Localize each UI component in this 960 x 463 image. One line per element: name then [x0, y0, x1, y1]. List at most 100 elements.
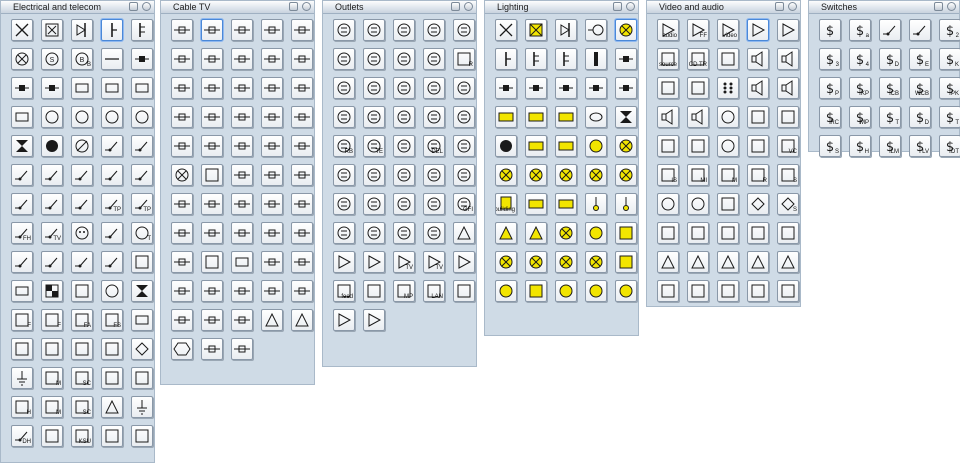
shape-tile[interactable] [585, 105, 607, 128]
minimize-icon[interactable] [775, 2, 784, 11]
shape-tile[interactable]: $ E [909, 47, 931, 70]
shape-tile[interactable] [201, 47, 223, 70]
shape-tile[interactable] [261, 105, 283, 128]
shape-tile[interactable] [687, 134, 709, 157]
shape-tile[interactable] [555, 18, 577, 41]
shape-tile[interactable]: audio [657, 18, 679, 41]
shape-tile[interactable] [291, 76, 313, 99]
shape-tile[interactable] [231, 76, 253, 99]
shape-tile[interactable] [71, 163, 93, 186]
shape-tile[interactable] [495, 47, 517, 70]
shape-tile[interactable] [657, 76, 679, 99]
shape-tile[interactable] [261, 47, 283, 70]
shape-tile[interactable]: LAN [423, 279, 445, 302]
shape-tile[interactable] [261, 308, 283, 331]
shape-tile[interactable] [171, 308, 193, 331]
shape-tile[interactable] [71, 250, 93, 273]
shape-tile[interactable] [201, 134, 223, 157]
shape-tile[interactable] [71, 18, 93, 41]
shape-tile[interactable] [261, 134, 283, 157]
shape-tile[interactable] [101, 424, 123, 447]
shape-tile[interactable]: M [41, 366, 63, 389]
panel-titlebar[interactable]: Switches [809, 1, 959, 14]
shape-tile[interactable] [657, 134, 679, 157]
shape-tile[interactable] [717, 105, 739, 128]
shape-tile[interactable] [333, 163, 355, 186]
shape-tile[interactable] [333, 250, 355, 273]
shape-tile[interactable] [261, 221, 283, 244]
shape-tile[interactable] [171, 18, 193, 41]
shape-tile[interactable] [41, 337, 63, 360]
shape-tile[interactable] [333, 221, 355, 244]
shape-tile[interactable] [231, 163, 253, 186]
close-icon[interactable] [302, 2, 311, 11]
shape-tile[interactable] [291, 221, 313, 244]
shape-tile[interactable] [41, 76, 63, 99]
shape-tile[interactable] [131, 424, 153, 447]
shape-tile[interactable] [171, 221, 193, 244]
shape-tile[interactable] [453, 279, 475, 302]
shape-tile[interactable] [41, 279, 63, 302]
shape-tile[interactable]: $ P [819, 76, 841, 99]
shape-tile[interactable] [495, 221, 517, 244]
shape-tile[interactable]: MP [393, 279, 415, 302]
shape-tile[interactable] [747, 76, 769, 99]
shape-tile[interactable] [41, 163, 63, 186]
shape-tile[interactable]: TV [393, 250, 415, 273]
shape-tile[interactable] [879, 18, 901, 41]
shape-tile[interactable]: $3 [819, 47, 841, 70]
shape-tile[interactable] [453, 134, 475, 157]
shape-tile[interactable] [261, 279, 283, 302]
shape-tile[interactable] [101, 250, 123, 273]
shape-tile[interactable] [363, 308, 385, 331]
shape-tile[interactable] [131, 308, 153, 331]
shape-tile[interactable]: RB [333, 134, 355, 157]
shape-tile[interactable] [131, 76, 153, 99]
shape-tile[interactable]: $ [819, 18, 841, 41]
shape-tile[interactable] [393, 163, 415, 186]
shape-tile[interactable] [495, 18, 517, 41]
shape-tile[interactable] [11, 134, 33, 157]
shape-tile[interactable] [555, 250, 577, 273]
shape-tile[interactable] [201, 279, 223, 302]
shape-tile[interactable] [71, 279, 93, 302]
shape-tile[interactable] [747, 134, 769, 157]
shape-tile[interactable]: IS [657, 163, 679, 186]
shape-tile[interactable] [777, 105, 799, 128]
shape-tile[interactable] [495, 134, 517, 157]
shape-tile[interactable] [11, 366, 33, 389]
close-icon[interactable] [947, 2, 956, 11]
shape-tile[interactable] [525, 134, 547, 157]
shape-tile[interactable] [777, 47, 799, 70]
shape-tile[interactable]: BB [71, 47, 93, 70]
minimize-icon[interactable] [613, 2, 622, 11]
shape-tile[interactable] [453, 250, 475, 273]
shape-tile[interactable] [777, 76, 799, 99]
shape-tile[interactable] [131, 18, 153, 41]
shape-tile[interactable] [41, 250, 63, 273]
shape-tile[interactable] [717, 279, 739, 302]
shape-tile[interactable] [615, 134, 637, 157]
shape-tile[interactable] [393, 47, 415, 70]
shape-tile[interactable] [657, 279, 679, 302]
shape-tile[interactable] [291, 105, 313, 128]
close-icon[interactable] [464, 2, 473, 11]
shape-tile[interactable] [747, 250, 769, 273]
shape-tile[interactable] [615, 76, 637, 99]
shape-tile[interactable] [291, 192, 313, 215]
shape-tile[interactable] [585, 163, 607, 186]
shape-tile[interactable]: DH [11, 424, 33, 447]
shape-tile[interactable] [585, 279, 607, 302]
shape-tile[interactable] [333, 76, 355, 99]
shape-tile[interactable] [131, 250, 153, 273]
shape-tile[interactable] [71, 134, 93, 157]
shape-tile[interactable] [71, 337, 93, 360]
panel-titlebar[interactable]: Lighting [485, 1, 638, 14]
shape-tile[interactable] [131, 105, 153, 128]
shape-tile[interactable] [291, 18, 313, 41]
shape-tile[interactable] [171, 163, 193, 186]
shape-tile[interactable]: TP [131, 192, 153, 215]
shape-tile[interactable] [525, 221, 547, 244]
shape-tile[interactable] [525, 105, 547, 128]
shape-tile[interactable] [717, 250, 739, 273]
